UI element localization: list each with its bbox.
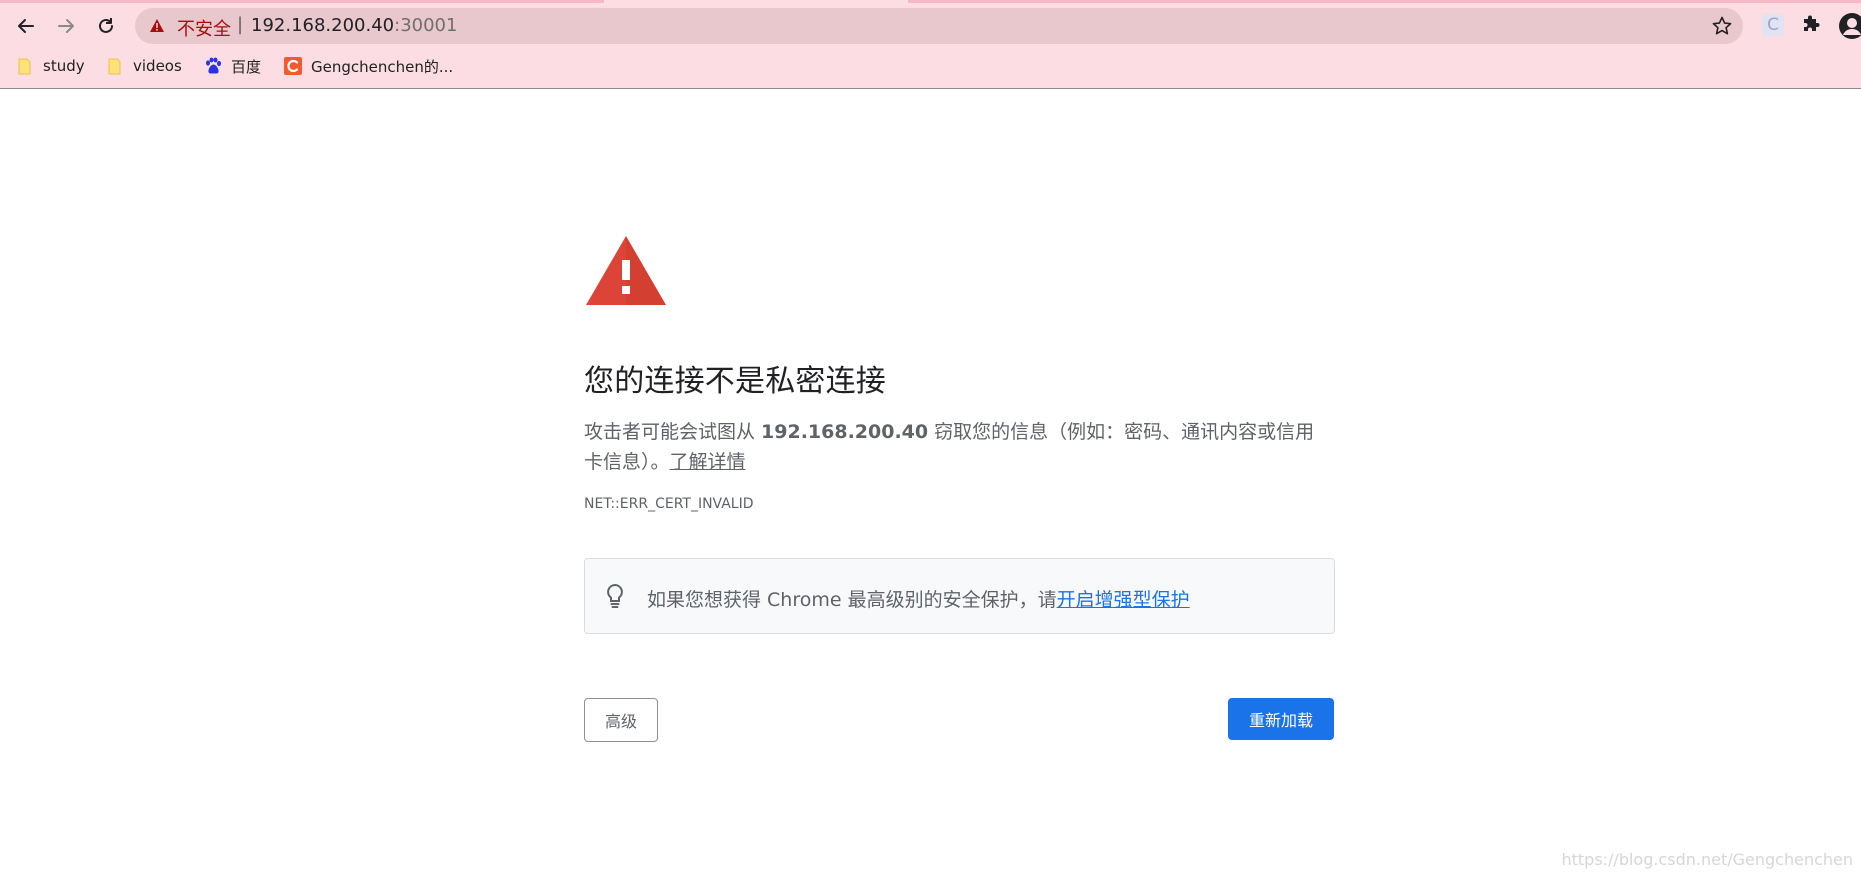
bookmarks-bar: study videos 百度 Gengchenchen的...	[0, 50, 1861, 82]
bookmark-study[interactable]: study	[18, 54, 85, 78]
enable-enhanced-protection-link[interactable]: 开启增强型保护	[1057, 589, 1190, 611]
baidu-paw-icon	[204, 57, 222, 75]
bookmark-csdn[interactable]: Gengchenchen的...	[284, 54, 453, 78]
url-port: :30001	[394, 15, 458, 36]
not-secure-label[interactable]: 不安全	[177, 15, 231, 41]
address-bar[interactable]: 不安全 | 192.168.200.40:30001	[135, 8, 1743, 44]
reload-toolbar-button[interactable]	[90, 10, 122, 42]
desc-host: 192.168.200.40	[761, 421, 929, 443]
arrow-right-icon	[58, 19, 74, 33]
enhanced-protection-prompt: 如果您想获得 Chrome 最高级别的安全保护，请	[647, 589, 1057, 611]
bookmark-label: study	[43, 57, 85, 75]
extensions-puzzle-icon[interactable]	[1800, 13, 1822, 35]
refresh-icon	[99, 18, 113, 33]
folder-icon	[18, 57, 34, 75]
omnibox-separator: |	[237, 14, 244, 35]
url-host: 192.168.200.40	[251, 15, 395, 36]
url-text[interactable]: 192.168.200.40:30001	[251, 15, 457, 36]
desc-text-before: 攻击者可能会试图从	[584, 421, 762, 443]
bookmark-star-icon[interactable]	[1711, 15, 1733, 37]
bookmark-label: 百度	[231, 57, 262, 76]
watermark: https://blog.csdn.net/Gengchenchen	[1561, 850, 1853, 869]
bookmark-label: Gengchenchen的...	[311, 57, 454, 76]
folder-icon	[108, 57, 124, 75]
active-tab-indicator[interactable]	[604, 0, 908, 3]
back-button[interactable]	[10, 10, 42, 42]
warning-triangle-icon	[150, 19, 164, 32]
lightbulb-icon	[607, 583, 623, 608]
enhanced-protection-text: 如果您想获得 Chrome 最高级别的安全保护，请开启增强型保护	[647, 585, 1190, 612]
browser-toolbar: 不安全 | 192.168.200.40:30001 C study video…	[0, 0, 1861, 89]
forward-button[interactable]	[50, 10, 82, 42]
error-code: NET::ERR_CERT_INVALID	[584, 496, 754, 512]
bookmark-label: videos	[133, 57, 182, 75]
extension-c-icon[interactable]: C	[1762, 14, 1784, 36]
bookmark-videos[interactable]: videos	[108, 54, 182, 78]
page-title: 您的连接不是私密连接	[584, 364, 886, 399]
profile-avatar-icon[interactable]	[1838, 12, 1861, 40]
bookmark-baidu[interactable]: 百度	[204, 54, 261, 78]
csdn-logo-icon	[284, 57, 302, 75]
tab-strip	[0, 0, 1861, 3]
warning-triangle-icon	[586, 236, 666, 305]
reload-button[interactable]: 重新加载	[1228, 698, 1334, 740]
arrow-left-icon	[18, 19, 34, 33]
enhanced-protection-box: 如果您想获得 Chrome 最高级别的安全保护，请开启增强型保护	[584, 558, 1335, 634]
advanced-button[interactable]: 高级	[584, 698, 658, 742]
error-description: 攻击者可能会试图从 192.168.200.40 窃取您的信息（例如：密码、通讯…	[584, 417, 1324, 477]
learn-more-link[interactable]: 了解详情	[670, 451, 746, 473]
